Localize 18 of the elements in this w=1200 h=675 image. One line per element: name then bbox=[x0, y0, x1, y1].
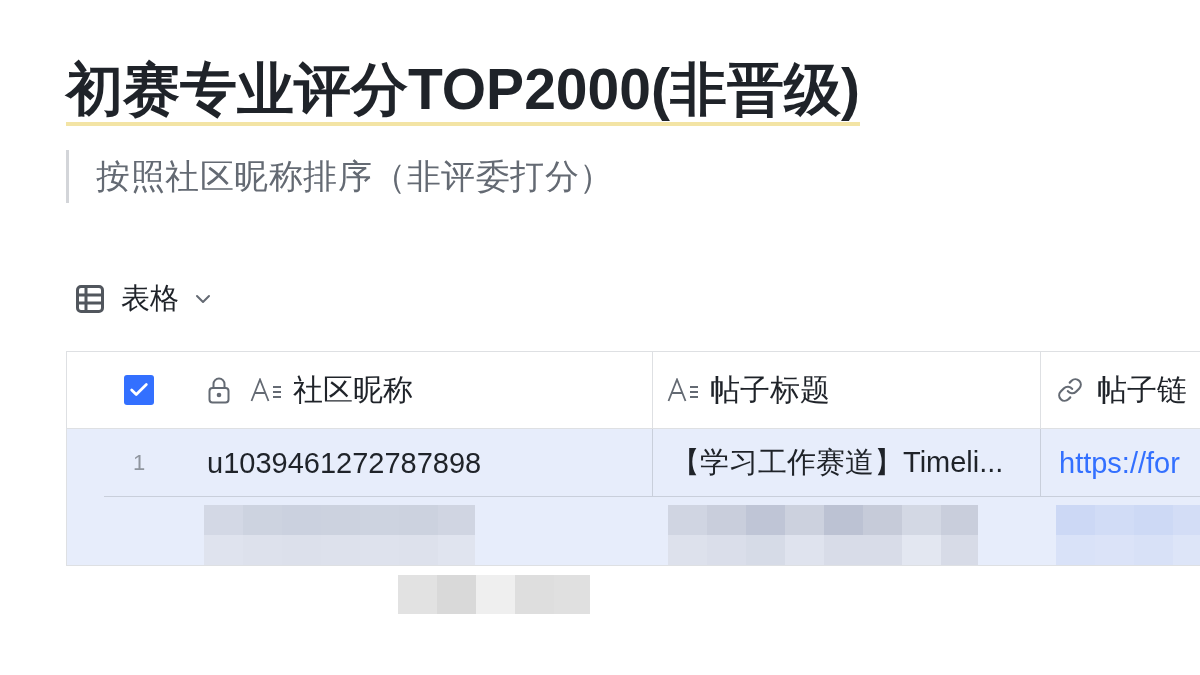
title-text: 【学习工作赛道】Timeli... bbox=[671, 445, 1004, 480]
post-link[interactable]: https://for bbox=[1059, 446, 1180, 480]
nickname-text: u1039461272787898 bbox=[207, 446, 482, 480]
link-icon bbox=[1057, 377, 1083, 403]
column-header[interactable]: 帖子标题 bbox=[652, 352, 1040, 428]
column-header[interactable]: 社区昵称 bbox=[67, 352, 652, 428]
column-label: 帖子链 bbox=[1097, 371, 1187, 408]
column-label: 社区昵称 bbox=[293, 371, 413, 408]
text-format-icon bbox=[667, 378, 700, 402]
text-format-icon bbox=[250, 378, 283, 402]
view-switcher-button[interactable]: 表格 bbox=[66, 281, 219, 317]
subtitle-quote: 按照社区昵称排序（非评委打分） bbox=[66, 150, 614, 203]
select-all-checkbox[interactable] bbox=[124, 375, 154, 405]
column-label: 帖子标题 bbox=[710, 371, 830, 408]
page-title: 初赛专业评分TOP2000(非晋级) bbox=[66, 56, 860, 126]
table-icon bbox=[76, 285, 104, 313]
column-header[interactable]: 帖子链 bbox=[1040, 352, 1200, 428]
row-number: 1 bbox=[131, 450, 147, 476]
